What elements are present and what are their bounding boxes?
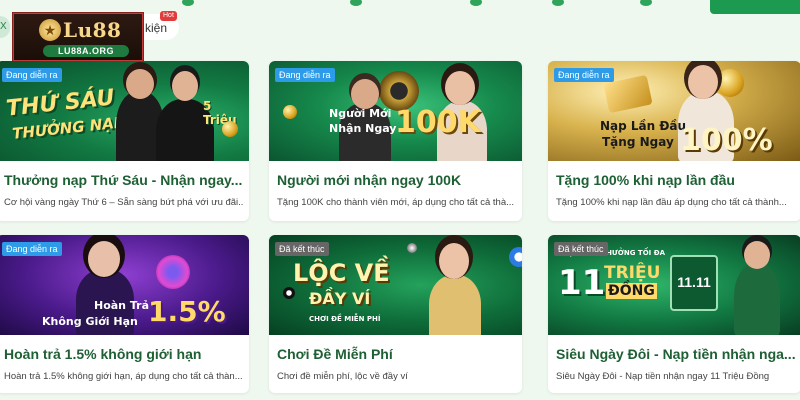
promo-card[interactable]: Hoàn Trả Không Giới Hạn 1.5% Đang diễn r… — [0, 235, 249, 393]
promo-title[interactable]: Thưởng nạp Thứ Sáu - Nhận ngay... — [4, 172, 244, 188]
banner-amount: 100K — [395, 105, 481, 140]
banner-line1: Hoàn Trả — [94, 299, 149, 312]
ball-icon — [283, 287, 295, 299]
ball-icon — [407, 243, 417, 253]
promo-title[interactable]: Hoàn trả 1.5% không giới hạn — [4, 346, 244, 362]
promo-card[interactable]: Người Mới Nhận Ngay 100K Đang diễn ra Ng… — [269, 61, 522, 221]
promo-description: Siêu Ngày Đôi - Nạp tiền nhận ngay 11 Tr… — [556, 371, 770, 382]
banner-headline: LỘC VỀ — [293, 259, 390, 287]
promo-description: Tặng 100K cho thành viên mới, áp dụng ch… — [277, 197, 515, 208]
promo-card[interactable]: THỨ SÁU THƯỞNG NẠP 5 Triệu Đang diễn ra … — [0, 61, 249, 221]
promo-card[interactable]: NẠP TIỀN THƯỞNG TỐI ĐA 11 TRIỆU ĐỒNG 11.… — [548, 235, 800, 393]
promo-card[interactable]: LỘC VỀ ĐẦY VÍ CHƠI ĐỀ MIỄN PHÍ Đã kết th… — [269, 235, 522, 393]
banner-model-head — [744, 241, 770, 269]
status-badge: Đang diễn ra — [2, 242, 62, 256]
banner-subheadline: ĐẦY VÍ — [309, 289, 371, 308]
nav-icon[interactable] — [470, 0, 482, 6]
banner-model-head — [126, 69, 154, 99]
status-badge: Đã kết thúc — [554, 242, 608, 256]
banner-amount: 100% — [680, 123, 773, 158]
promo-description: Hoàn trả 1.5% không giới hạn, áp dụng ch… — [4, 371, 243, 382]
banner-unit-bottom: ĐỒNG — [606, 283, 657, 299]
nav-icon[interactable] — [182, 0, 194, 6]
status-badge: Đang diễn ra — [2, 68, 62, 82]
coin-icon — [222, 121, 238, 137]
banner-model-head — [445, 71, 475, 105]
promo-title[interactable]: Siêu Ngày Đôi - Nạp tiền nhận nga... — [556, 346, 796, 362]
promo-title[interactable]: Tặng 100% khi nạp lần đầu — [556, 172, 796, 188]
nav-icon[interactable] — [552, 0, 564, 6]
logo-brand-text: Lu88 — [63, 18, 122, 42]
banner-model-head — [88, 241, 120, 277]
status-badge: Đang diễn ra — [554, 68, 614, 82]
chips-icon — [156, 255, 190, 289]
banner-model-head — [688, 65, 718, 99]
logo-url-text: LU88A.ORG — [43, 45, 129, 57]
banner-amount: 1.5% — [148, 295, 226, 328]
nav-icon[interactable] — [640, 0, 652, 6]
coin-icon — [283, 105, 297, 119]
site-logo[interactable]: ★ Lu88 LU88A.ORG — [12, 12, 144, 62]
banner-line2: Nhận Ngay — [329, 122, 397, 135]
banner-number: 11 — [558, 263, 606, 303]
promo-title[interactable]: Chơi Đề Miễn Phí — [277, 346, 517, 362]
banner-line1: Người Mới — [329, 107, 392, 120]
promo-description: Cơ hội vàng ngày Thứ 6 – Sẵn sàng bứt ph… — [4, 197, 244, 208]
banner-model-woman — [429, 275, 481, 335]
star-icon: ★ — [39, 19, 61, 41]
status-badge: Đang diễn ra — [275, 68, 335, 82]
dice-icon — [716, 69, 744, 97]
promo-description: Chơi đề miễn phí, lộc về đầy ví — [277, 371, 408, 382]
hot-badge: Hot — [160, 11, 177, 21]
banner-model-head — [439, 243, 469, 279]
status-badge: Đã kết thúc — [275, 242, 329, 256]
banner-model-head — [351, 79, 379, 109]
nav-icon[interactable] — [350, 0, 362, 6]
banner-line1: Nạp Lần Đầu — [600, 119, 687, 133]
ball-icon — [509, 247, 522, 267]
promo-card[interactable]: Nạp Lần Đầu Tặng Ngay 100% Đang diễn ra … — [548, 61, 800, 221]
banner-date-badge: 11.11 — [670, 255, 718, 311]
banner-unit-top: TRIỆU — [604, 263, 661, 283]
left-pill-label: X — [0, 21, 7, 32]
top-active-tab[interactable] — [710, 0, 800, 14]
event-tab-label: kiện — [145, 21, 168, 35]
promo-description: Tặng 100% khi nạp lần đầu áp dụng cho tấ… — [556, 197, 787, 208]
banner-line2: Tặng Ngay — [602, 135, 674, 149]
banner-model-man — [734, 263, 780, 335]
promo-title[interactable]: Người mới nhận ngay 100K — [277, 172, 517, 188]
banner-line2: Không Giới Hạn — [42, 315, 138, 328]
banner-tagline: CHƠI ĐỀ MIỄN PHÍ — [309, 315, 381, 323]
left-tab-pill[interactable]: X — [0, 16, 10, 38]
banner-model-head — [172, 71, 198, 101]
